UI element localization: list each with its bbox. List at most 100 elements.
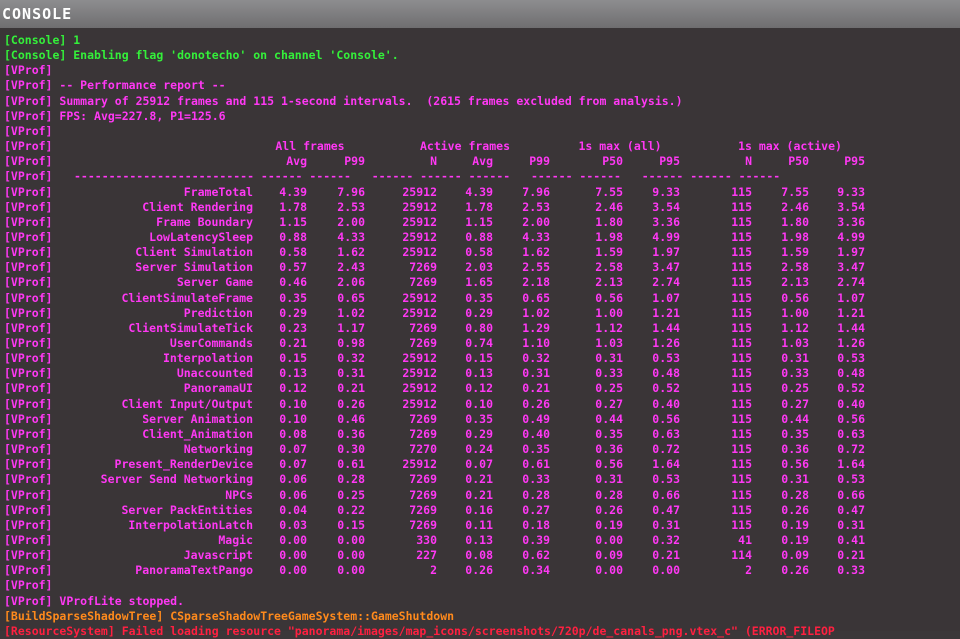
row-value: 1.29 xyxy=(522,320,550,335)
row-value: 4.99 xyxy=(837,229,865,244)
row-value: 0.19 xyxy=(781,517,809,532)
log-line: [VProf] FPS: Avg=227.8, P1=125.6 xyxy=(4,109,226,124)
row-value: 115 xyxy=(731,336,752,350)
log-line: [VProf] xyxy=(4,124,59,139)
row-value: 0.31 xyxy=(595,472,623,487)
row-value: 0.00 xyxy=(279,548,307,563)
row-value: 0.04 xyxy=(279,502,307,517)
row-label: FrameTotal xyxy=(183,184,253,199)
row-value: 0.48 xyxy=(837,366,865,381)
row-value: 1.98 xyxy=(781,229,809,244)
row-value: 0.74 xyxy=(465,336,493,350)
table-column-header: [VProf] Avg P99 N Avg P99 P50 P95 N P50 P95 xyxy=(4,154,954,169)
row-value: 2.53 xyxy=(337,199,365,214)
row-value: 330 xyxy=(416,532,437,547)
row-label: Magic xyxy=(218,532,253,547)
row-value: 227 xyxy=(416,548,437,563)
row-value: 0.21 xyxy=(522,381,550,396)
table-group-header: [VProf] All frames Active frames 1s max (al… xyxy=(4,139,954,154)
row-value: 115 xyxy=(731,366,752,381)
row-value: 0.16 xyxy=(465,502,493,517)
row-value: 0.48 xyxy=(652,366,680,381)
row-value: 0.31 xyxy=(337,366,365,381)
table-row: [VProf] Server Game 0.46 2.06 7269 1.65 2.18 2.… xyxy=(4,275,954,290)
row-value: 115 xyxy=(731,305,752,320)
log-text: FPS: Avg=227.8, P1=125.6 xyxy=(59,108,226,123)
row-value: 1.97 xyxy=(837,245,865,260)
row-value: 2 xyxy=(430,563,437,578)
row-value: 1.65 xyxy=(465,275,493,290)
row-label: LowLatencySleep xyxy=(149,229,253,244)
row-value: 0.61 xyxy=(337,457,365,472)
row-value: 0.10 xyxy=(465,396,493,411)
row-value: 0.40 xyxy=(522,426,550,441)
row-value: 115 xyxy=(731,229,752,244)
row-value: 0.27 xyxy=(595,396,623,411)
table-row: [VProf] LowLatencySleep 0.88 4.33 25912 0.88 4… xyxy=(4,230,954,245)
row-value: 25912 xyxy=(402,184,437,199)
row-value: 1.44 xyxy=(837,320,865,335)
row-value: 25912 xyxy=(402,214,437,229)
row-value: 0.44 xyxy=(781,411,809,426)
row-value: 0.63 xyxy=(652,426,680,441)
table-row: [VProf] Client Simulation 0.58 1.62 25912 0.5… xyxy=(4,245,954,260)
channel-tag: [VProf] xyxy=(4,593,53,608)
table-row: [VProf] Server Simulation 0.57 2.43 7269 2.03… xyxy=(4,260,954,275)
console-titlebar[interactable]: CONSOLE xyxy=(0,0,960,28)
row-value: 115 xyxy=(731,472,752,487)
console-output[interactable]: [Console] 1 [Console] Enabling flag 'dono… xyxy=(0,28,960,638)
table-row: [VProf] Present_RenderDevice 0.07 0.61 25912… xyxy=(4,457,954,472)
table-row: [VProf] UserCommands 0.21 0.98 7269 0.74 1.10 1… xyxy=(4,336,954,351)
row-value: 0.09 xyxy=(781,548,809,563)
table-row: [VProf] Javascript 0.00 0.00 227 0.08 0.62 0.09… xyxy=(4,548,954,563)
row-value: 3.47 xyxy=(652,260,680,275)
row-value: 115 xyxy=(731,199,752,214)
row-value: 2.74 xyxy=(837,275,865,290)
row-value: 9.33 xyxy=(837,184,865,199)
row-label: ClientSimulateTick xyxy=(128,320,253,335)
row-value: 3.54 xyxy=(837,199,865,214)
row-value: 2.03 xyxy=(465,260,493,275)
row-label: ClientSimulateFrame xyxy=(121,290,253,305)
row-value: 1.78 xyxy=(465,199,493,214)
column-header: N xyxy=(430,154,437,169)
log-line: [VProf] xyxy=(4,63,59,78)
row-value: 0.72 xyxy=(837,442,865,457)
row-value: 0.19 xyxy=(595,517,623,532)
channel-tag: [VProf] xyxy=(4,487,53,502)
row-value: 3.36 xyxy=(652,214,680,229)
column-group-header: Active frames xyxy=(419,139,510,154)
log-text: Enabling flag 'donotecho' on channel 'Co… xyxy=(73,48,399,63)
row-value: 25912 xyxy=(402,457,437,472)
column-header: P50 xyxy=(602,154,623,169)
channel-tag: [VProf] xyxy=(4,502,53,517)
row-value: 0.56 xyxy=(781,457,809,472)
row-value: 0.56 xyxy=(595,457,623,472)
row-value: 1.15 xyxy=(465,214,493,229)
row-value: 41 xyxy=(738,532,752,547)
row-value: 115 xyxy=(731,442,752,457)
row-value: 2.46 xyxy=(781,199,809,214)
row-value: 0.00 xyxy=(595,563,623,578)
row-value: 0.32 xyxy=(652,532,680,547)
row-value: 115 xyxy=(731,381,752,396)
channel-tag: [VProf] xyxy=(4,411,53,426)
row-value: 2.58 xyxy=(781,260,809,275)
row-value: 0.31 xyxy=(595,351,623,366)
row-value: 0.28 xyxy=(522,487,550,502)
row-value: 0.23 xyxy=(279,320,307,335)
channel-tag: [VProf] xyxy=(4,229,53,244)
log-line: [ResourceSystem] Failed loading resource… xyxy=(4,624,835,639)
row-value: 4.39 xyxy=(465,184,493,199)
row-value: 0.56 xyxy=(652,411,680,426)
row-value: 0.06 xyxy=(279,487,307,502)
row-value: 2.18 xyxy=(522,275,550,290)
row-value: 7269 xyxy=(409,260,437,275)
row-value: 1.10 xyxy=(522,336,550,350)
channel-tag: [VProf] xyxy=(4,366,53,381)
table-row: [VProf] FrameTotal 4.39 7.96 25912 4.39 7.96 7.… xyxy=(4,185,954,200)
row-value: 115 xyxy=(731,517,752,532)
row-value: 1.12 xyxy=(595,320,623,335)
channel-tag: [VProf] xyxy=(4,154,53,169)
channel-tag: [VProf] xyxy=(4,442,53,457)
